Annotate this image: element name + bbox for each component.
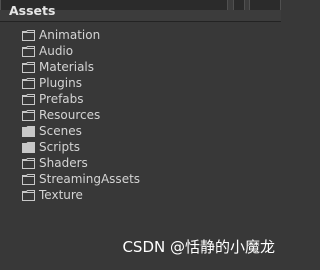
tree-item-label: Shaders bbox=[39, 156, 88, 170]
tree-item-label: Scenes bbox=[39, 124, 82, 138]
folder-outline-icon bbox=[22, 78, 35, 89]
tree-item-label: Scripts bbox=[39, 140, 81, 154]
tree-item-label: Audio bbox=[39, 44, 74, 58]
folder-outline-icon bbox=[22, 62, 35, 73]
tree-item-audio[interactable]: Audio bbox=[0, 43, 281, 59]
tree-item-scripts[interactable]: Scripts bbox=[0, 139, 281, 155]
watermark-text: CSDN @恬静的小魔龙 bbox=[122, 238, 275, 256]
folder-outline-icon bbox=[22, 190, 35, 201]
tree-item-materials[interactable]: Materials bbox=[0, 59, 281, 75]
tree-item-prefabs[interactable]: Prefabs bbox=[0, 91, 281, 107]
tree-item-streamingassets[interactable]: StreamingAssets bbox=[0, 171, 281, 187]
tree-item-label: Texture bbox=[39, 188, 83, 202]
folder-outline-icon bbox=[22, 110, 35, 121]
folder-outline-icon bbox=[22, 30, 35, 41]
folder-tree: Animation Audio Materials Plugins Prefab… bbox=[0, 27, 281, 203]
panel-header: Assets bbox=[0, 0, 281, 22]
header-tab-right[interactable] bbox=[249, 0, 281, 10]
tree-item-label: Animation bbox=[39, 28, 101, 42]
header-tab-small[interactable] bbox=[233, 0, 245, 10]
tree-item-label: StreamingAssets bbox=[39, 172, 141, 186]
tree-item-shaders[interactable]: Shaders bbox=[0, 155, 281, 171]
folder-outline-icon bbox=[22, 174, 35, 185]
folder-filled-icon bbox=[22, 126, 35, 137]
tree-item-label: Resources bbox=[39, 108, 101, 122]
folder-outline-icon bbox=[22, 94, 35, 105]
tree-item-label: Plugins bbox=[39, 76, 82, 90]
tree-item-label: Materials bbox=[39, 60, 95, 74]
folder-outline-icon bbox=[22, 158, 35, 169]
panel-title[interactable]: Assets bbox=[9, 2, 55, 20]
tree-item-texture[interactable]: Texture bbox=[0, 187, 281, 203]
folder-outline-icon bbox=[22, 46, 35, 57]
tree-item-scenes[interactable]: Scenes bbox=[0, 123, 281, 139]
tree-item-label: Prefabs bbox=[39, 92, 84, 106]
tree-item-resources[interactable]: Resources bbox=[0, 107, 281, 123]
tree-item-animation[interactable]: Animation bbox=[0, 27, 281, 43]
folder-filled-icon bbox=[22, 142, 35, 153]
tree-item-plugins[interactable]: Plugins bbox=[0, 75, 281, 91]
